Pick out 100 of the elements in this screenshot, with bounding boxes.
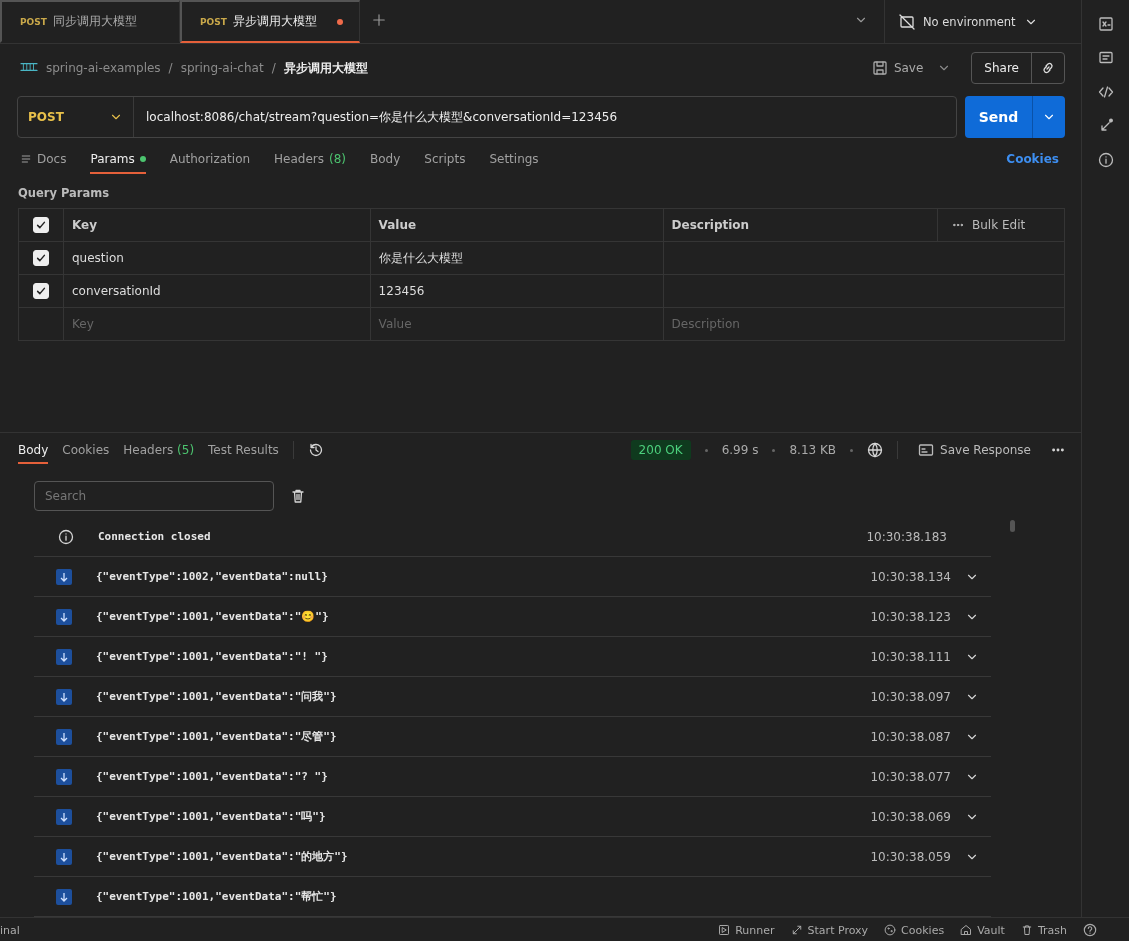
request-section-tab[interactable]: Body [370, 144, 401, 174]
table-cell[interactable]: 你是什么大模型 [370, 241, 664, 275]
trash-icon [290, 488, 306, 504]
globe-icon [867, 442, 884, 458]
trash-icon [1020, 924, 1033, 936]
column-header: Description [663, 208, 938, 242]
tab-title: 异步调用大模型 [232, 14, 317, 29]
check-icon [35, 219, 47, 231]
event-message: {"eventType":1001,"eventData":"吗"} [96, 809, 326, 824]
event-message: {"eventType":1001,"eventData":"帮忙"} [96, 889, 337, 904]
request-section-tab[interactable]: Authorization [169, 144, 251, 174]
cookie-icon [884, 924, 897, 936]
url-input[interactable]: localhost:8086/chat/stream?question=你是什么大模型&conversationId=123456 [134, 97, 956, 137]
event-row[interactable]: {"eventType":1001,"eventData":"吗"} 10:30:38.069 [34, 797, 991, 837]
event-message: {"eventType":1001,"eventData":"😊"} [96, 610, 329, 623]
response-tab[interactable]: Cookies [62, 436, 110, 464]
method-dropdown[interactable]: POST [18, 97, 134, 137]
event-row[interactable]: {"eventType":1001,"eventData":"! "} 10:30:38.111 [34, 637, 991, 677]
comments-icon [1097, 50, 1114, 66]
environment-selector[interactable]: No environment [884, 0, 1081, 43]
event-message: Connection closed [98, 530, 211, 543]
proxy-icon [790, 924, 803, 936]
method-label: POST [20, 16, 47, 27]
help-icon [1083, 923, 1097, 937]
event-time: 10:30:38.111 [870, 649, 951, 664]
request-tab[interactable]: POST 同步调用大模型 [0, 0, 180, 43]
event-time: 10:30:38.183 [866, 529, 947, 544]
breadcrumb-separator: / [271, 61, 276, 75]
event-time: 10:30:38.123 [870, 609, 951, 624]
request-section-tab[interactable]: Params [90, 144, 146, 174]
runner-icon [718, 924, 731, 936]
event-time: 10:30:38.059 [870, 849, 951, 864]
code-icon [1097, 84, 1114, 100]
check-icon [35, 252, 47, 264]
event-message: {"eventType":1001,"eventData":"问我"} [96, 689, 337, 704]
breadcrumb-item[interactable]: spring-ai-examples [46, 61, 161, 75]
event-message: {"eventType":1002,"eventData":null} [96, 570, 328, 583]
response-size: 8.13 KB [789, 443, 837, 457]
status-item[interactable]: Cookies [884, 923, 945, 937]
status-item[interactable]: Runner [718, 923, 775, 937]
cookies-link[interactable]: Cookies [1000, 151, 1065, 167]
method-label: POST [200, 16, 227, 27]
table-cell[interactable]: question [63, 241, 371, 275]
event-row[interactable]: {"eventType":1001,"eventData":"? "} 10:30:38.077 [34, 757, 991, 797]
event-row[interactable]: {"eventType":1001,"eventData":"问我"} 10:30:38.097 [34, 677, 991, 717]
event-row[interactable]: {"eventType":1001,"eventData":"😊"} 10:30:38.123 [34, 597, 991, 637]
status-item[interactable]: inal [0, 923, 20, 937]
tab-title: 同步调用大模型 [52, 14, 137, 29]
response-tab[interactable]: Headers (5) [123, 436, 195, 464]
checkbox[interactable] [33, 250, 49, 266]
breadcrumb-item: 异步调用大模型 [283, 59, 368, 77]
save-icon [871, 60, 888, 76]
request-section-tab[interactable]: Headers (8) [274, 144, 347, 174]
event-row[interactable]: {"eventType":1001,"eventData":"尽管"} 10:30:38.087 [34, 717, 991, 757]
status-item[interactable]: Vault [960, 923, 1005, 937]
event-time: 10:30:38.069 [870, 809, 951, 824]
status-badge: 200 OK [630, 440, 691, 460]
event-time: 10:30:38.087 [870, 729, 951, 744]
save-response-button[interactable]: Save Response [912, 441, 1037, 459]
url-bar[interactable]: POST localhost:8086/chat/stream?question=你是什么大模型&conversationId=123456 [17, 96, 957, 138]
table-cell[interactable]: 123456 [370, 274, 664, 308]
link-icon [1040, 60, 1056, 76]
event-time: 10:30:38.134 [870, 569, 951, 584]
event-message: {"eventType":1001,"eventData":"? "} [96, 770, 328, 783]
info-icon [58, 528, 74, 545]
section-title: Query Params [17, 185, 111, 202]
history-icon [307, 442, 324, 458]
request-section-tab[interactable]: Scripts [424, 144, 466, 174]
status-item[interactable]: Trash [1020, 923, 1067, 937]
plus-icon [372, 13, 386, 27]
save-button[interactable]: Save [865, 59, 930, 77]
event-message: {"eventType":1001,"eventData":"的地方"} [96, 849, 348, 864]
column-header: Value [370, 208, 664, 242]
event-row[interactable]: {"eventType":1001,"eventData":"的地方"} 10:30:38.059 [34, 837, 991, 877]
event-row[interactable]: {"eventType":1001,"eventData":"帮忙"} [34, 877, 991, 917]
scrollbar-thumb[interactable] [1010, 520, 1015, 532]
response-tab[interactable]: Test Results [208, 436, 279, 464]
event-message: {"eventType":1001,"eventData":"尽管"} [96, 729, 337, 744]
variables-icon [1097, 16, 1114, 32]
info-icon [1097, 152, 1114, 168]
no-environment-icon [899, 13, 915, 30]
checkbox[interactable] [33, 217, 49, 233]
request-section-tab[interactable]: Settings [489, 144, 539, 174]
response-tab[interactable]: Body [18, 436, 49, 464]
example-icon [918, 442, 935, 458]
docs-icon [20, 153, 32, 165]
event-time: 10:30:38.077 [870, 769, 951, 784]
column-header: Key [63, 208, 371, 242]
breadcrumb-item[interactable]: spring-ai-chat [180, 61, 264, 75]
breadcrumb-separator: / [168, 61, 173, 75]
check-icon [35, 285, 47, 297]
checkbox[interactable] [33, 283, 49, 299]
event-row[interactable]: {"eventType":1002,"eventData":null} 10:30:38.134 [34, 557, 991, 597]
request-tab[interactable]: POST 异步调用大模型 [180, 0, 360, 43]
vault-icon [960, 924, 973, 936]
table-cell[interactable]: conversationId [63, 274, 371, 308]
request-section-tab[interactable]: Docs [20, 144, 67, 174]
response-time: 6.99 s [721, 443, 759, 457]
status-item[interactable]: Start Proxy [790, 923, 869, 937]
search-field[interactable]: Search [34, 481, 274, 511]
